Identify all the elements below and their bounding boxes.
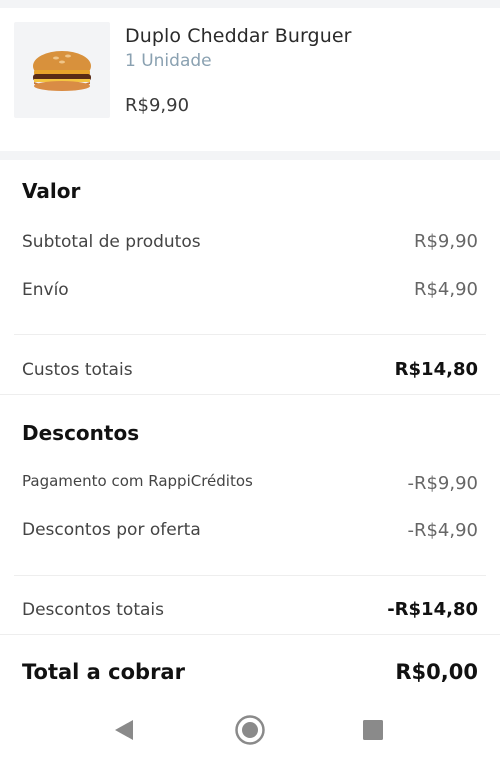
product-card[interactable]: Duplo Cheddar Burguer 1 Unidade R$9,90 xyxy=(0,8,500,151)
descontos-totais-label: Descontos totais xyxy=(22,600,164,620)
recents-square-icon[interactable] xyxy=(353,712,393,748)
product-price: R$9,90 xyxy=(125,95,190,116)
home-circle-icon[interactable] xyxy=(230,712,270,748)
product-quantity: 1 Unidade xyxy=(125,51,212,71)
valor-title: Valor xyxy=(22,179,81,203)
total-value: R$0,00 xyxy=(395,660,478,684)
section-separator xyxy=(0,151,500,160)
descontos-title: Descontos xyxy=(22,421,140,445)
rappi-creditos-label: Pagamento com RappiCréditos xyxy=(22,472,253,490)
custos-totais-label: Custos totais xyxy=(22,360,133,380)
product-name: Duplo Cheddar Burguer xyxy=(125,25,352,47)
divider xyxy=(0,634,500,635)
subtotal-value: R$9,90 xyxy=(413,231,478,252)
descontos-totais-value: -R$14,80 xyxy=(387,599,478,620)
oferta-value: -R$4,90 xyxy=(407,520,478,541)
rappi-creditos-value: -R$9,90 xyxy=(407,473,478,494)
divider xyxy=(14,334,486,335)
divider xyxy=(14,575,486,576)
subtotal-label: Subtotal de produtos xyxy=(22,232,201,252)
back-triangle-icon[interactable] xyxy=(104,712,144,748)
burger-image xyxy=(14,22,110,118)
envio-value: R$4,90 xyxy=(413,279,478,300)
total-label: Total a cobrar xyxy=(22,660,185,684)
android-navbar xyxy=(0,700,500,763)
envio-label: Envío xyxy=(22,280,69,300)
top-separator xyxy=(0,0,500,8)
divider xyxy=(0,394,500,395)
custos-totais-value: R$14,80 xyxy=(394,359,478,380)
oferta-label: Descontos por oferta xyxy=(22,520,201,540)
